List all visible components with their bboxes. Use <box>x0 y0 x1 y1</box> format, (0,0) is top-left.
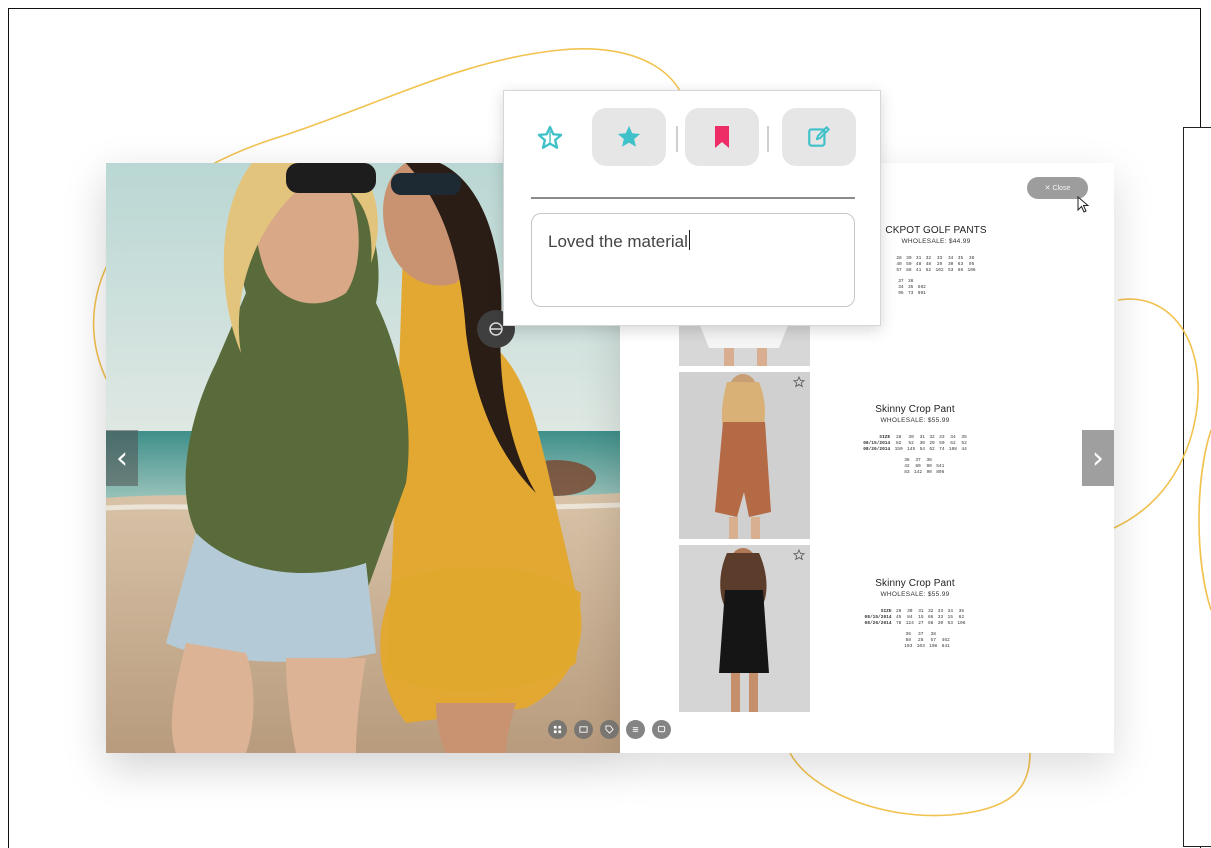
product-thumbnail[interactable] <box>679 323 810 366</box>
next-page-arrow[interactable]: › <box>1082 430 1114 486</box>
product-details: CKPOT GOLF PANTS WHOLESALE: $44.99 28 30 3… <box>876 225 996 296</box>
bookmark-icon <box>715 126 729 148</box>
star-outline-icon <box>537 125 563 149</box>
product-wholesale-price: WHOLESALE: $55.99 <box>880 417 950 424</box>
product-details: Skinny Crop Pant WHOLESALE: $55.99 SIZE 2… <box>840 578 990 649</box>
product-thumbnail[interactable] <box>679 372 810 539</box>
close-button-label: ✕ Close <box>1044 185 1071 192</box>
text-caret <box>688 230 691 250</box>
edit-note-button[interactable] <box>782 108 856 166</box>
product-name: Skinny Crop Pant <box>875 578 955 589</box>
star-outline-button[interactable] <box>534 123 566 153</box>
bookmark-button[interactable] <box>685 108 759 166</box>
photo-toolbar <box>548 720 671 739</box>
favorite-star-icon[interactable] <box>793 549 805 561</box>
product-wholesale-price: WHOLESALE: $44.99 <box>901 238 971 245</box>
grid-icon[interactable] <box>548 720 567 739</box>
comment-icon[interactable] <box>652 720 671 739</box>
size-stock-table: SIZE 28 30 31 32 33 34 35 08/15/2014 82 52 30 29 50 6… <box>863 434 967 452</box>
product-image-black-dress <box>679 545 810 712</box>
popup-divider <box>531 197 855 199</box>
product-name: Skinny Crop Pant <box>875 404 955 415</box>
size-stock-table: 28 30 31 32 33 34 35 36 40 50 48 48 29 30 63 95 57 88 41… <box>896 255 976 273</box>
product-thumbnail[interactable] <box>679 545 810 712</box>
size-stock-subtable: 36 37 38 88 28 57 462 103 103 108 841 <box>904 631 950 649</box>
size-stock-subtable: 37 38 34 35 592 95 73 991 <box>898 278 926 296</box>
star-filled-icon <box>617 125 641 147</box>
previous-page-arrow[interactable]: ‹ <box>106 430 138 486</box>
note-textarea[interactable]: Loved the material <box>531 213 855 307</box>
product-details: Skinny Crop Pant WHOLESALE: $55.99 SIZE 2… <box>840 404 990 475</box>
side-panel-edge <box>1183 127 1211 847</box>
product-name: CKPOT GOLF PANTS <box>885 225 987 236</box>
size-stock-table: SIZE 28 30 31 32 33 34 35 08/15/2014 45 84 15 66 33 1… <box>864 608 966 626</box>
toolbar-separator <box>676 126 678 152</box>
annotation-popup: Loved the material <box>503 90 881 326</box>
tag-icon[interactable] <box>600 720 619 739</box>
image-icon[interactable] <box>574 720 593 739</box>
toolbar-separator <box>767 126 769 152</box>
favorite-star-icon[interactable] <box>793 376 805 388</box>
product-image-white-skirt <box>679 323 810 366</box>
edit-icon <box>808 126 830 147</box>
note-text: Loved the material <box>548 232 688 251</box>
product-image-rust-romper <box>679 372 810 539</box>
star-filled-button[interactable] <box>592 108 666 166</box>
mouse-cursor-icon <box>1077 196 1089 213</box>
product-wholesale-price: WHOLESALE: $55.99 <box>880 591 950 598</box>
size-stock-subtable: 36 37 38 42 80 90 541 83 142 90 896 <box>904 457 945 475</box>
list-icon[interactable] <box>626 720 645 739</box>
